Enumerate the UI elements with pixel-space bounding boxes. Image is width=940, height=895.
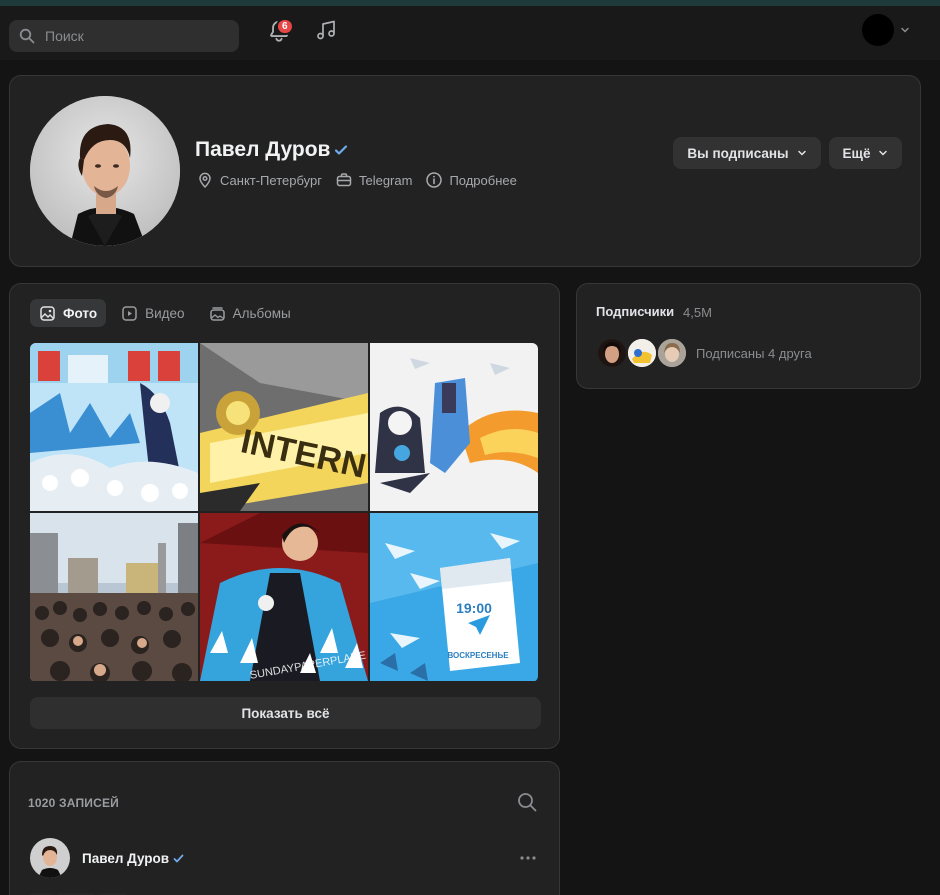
location-text: Санкт-Петербург bbox=[220, 172, 322, 188]
photo-thumb[interactable] bbox=[30, 343, 198, 511]
chevron-down-icon bbox=[797, 150, 806, 156]
chevron-down-icon bbox=[879, 150, 888, 156]
photo-thumb[interactable]: SUNDAYPAPERPLANE bbox=[200, 513, 368, 681]
info-icon bbox=[426, 172, 443, 188]
search-input[interactable] bbox=[45, 28, 225, 44]
user-avatar[interactable] bbox=[862, 14, 894, 46]
post-author-name[interactable]: Павел Дуров bbox=[82, 851, 169, 866]
subscribed-button[interactable]: Вы подписаны bbox=[673, 137, 821, 169]
photos-card: Фото Видео Альбомы INTERN SUNDAYPAPERPLA… bbox=[9, 283, 560, 749]
work-link[interactable]: Telegram bbox=[335, 171, 412, 189]
subscribers-title[interactable]: Подписчики bbox=[596, 304, 674, 319]
work-text: Telegram bbox=[358, 172, 413, 188]
friend-avatar bbox=[626, 337, 658, 369]
photo-thumb[interactable] bbox=[30, 513, 198, 681]
svg-text:19:00: 19:00 bbox=[456, 600, 492, 616]
profile-header-card: Павел Дуров Санкт-Петербург Telegram Под… bbox=[9, 75, 921, 267]
profile-meta-row: Санкт-Петербург Telegram Подробнее bbox=[196, 171, 530, 189]
search-icon bbox=[19, 28, 35, 44]
more-button[interactable]: Ещё bbox=[829, 137, 902, 169]
details-text: Подробнее bbox=[449, 172, 517, 188]
svg-text:ВОСКРЕСЕНЬЕ: ВОСКРЕСЕНЬЕ bbox=[447, 651, 509, 660]
photo-thumb[interactable] bbox=[370, 343, 538, 511]
location-pin-icon bbox=[199, 172, 211, 189]
friend-avatar bbox=[596, 337, 628, 369]
show-all-button[interactable]: Показать всё bbox=[30, 697, 541, 729]
briefcase-icon bbox=[336, 173, 352, 187]
more-options-icon[interactable] bbox=[518, 850, 538, 866]
friends-avatars[interactable] bbox=[596, 337, 691, 369]
verified-icon bbox=[173, 854, 184, 863]
verified-icon bbox=[334, 145, 348, 155]
notifications-badge: 6 bbox=[276, 18, 294, 35]
post-author-avatar[interactable] bbox=[30, 838, 70, 878]
chevron-down-icon[interactable] bbox=[900, 26, 910, 34]
image-icon bbox=[40, 305, 55, 321]
photo-grid: INTERN SUNDAYPAPERPLANE 19:00 ВОСКРЕСЕНЬЕ bbox=[30, 343, 538, 682]
friend-avatar bbox=[656, 337, 688, 369]
post-text-preview: ····· ········ ······ bbox=[30, 888, 126, 895]
details-link[interactable]: Подробнее bbox=[425, 171, 517, 189]
photo-thumb[interactable]: INTERN bbox=[200, 343, 368, 511]
tab-albums-label: Альбомы bbox=[232, 305, 291, 321]
subscribed-label: Вы подписаны bbox=[687, 145, 789, 161]
friends-subscribed-text: Подписаны 4 друга bbox=[696, 346, 812, 361]
more-label: Ещё bbox=[842, 145, 871, 161]
tab-videos[interactable]: Видео bbox=[112, 299, 193, 327]
tab-photos[interactable]: Фото bbox=[30, 299, 107, 327]
subscribers-count: 4,5М bbox=[683, 305, 712, 320]
photo-thumb[interactable]: 19:00 ВОСКРЕСЕНЬЕ bbox=[370, 513, 538, 681]
video-icon bbox=[122, 305, 137, 321]
profile-name: Павел Дуров bbox=[195, 138, 331, 161]
wall-card: 1020 ЗАПИСЕЙ Павел Дуров ····· ········ … bbox=[9, 761, 560, 895]
profile-avatar[interactable] bbox=[30, 96, 180, 246]
tab-photos-label: Фото bbox=[63, 305, 98, 321]
albums-icon bbox=[209, 306, 225, 321]
search-box[interactable] bbox=[9, 20, 239, 52]
search-icon[interactable] bbox=[516, 791, 538, 813]
posts-count: 1020 ЗАПИСЕЙ bbox=[28, 796, 119, 810]
location-link[interactable]: Санкт-Петербург bbox=[196, 171, 322, 189]
music-icon[interactable] bbox=[314, 18, 338, 42]
top-navigation-bar: 6 bbox=[0, 6, 940, 60]
tab-albums[interactable]: Альбомы bbox=[200, 299, 300, 327]
subscribers-card: Подписчики 4,5М Подписаны 4 друга bbox=[576, 283, 921, 389]
media-tabs: Фото Видео Альбомы bbox=[30, 299, 306, 327]
tab-videos-label: Видео bbox=[145, 305, 185, 321]
